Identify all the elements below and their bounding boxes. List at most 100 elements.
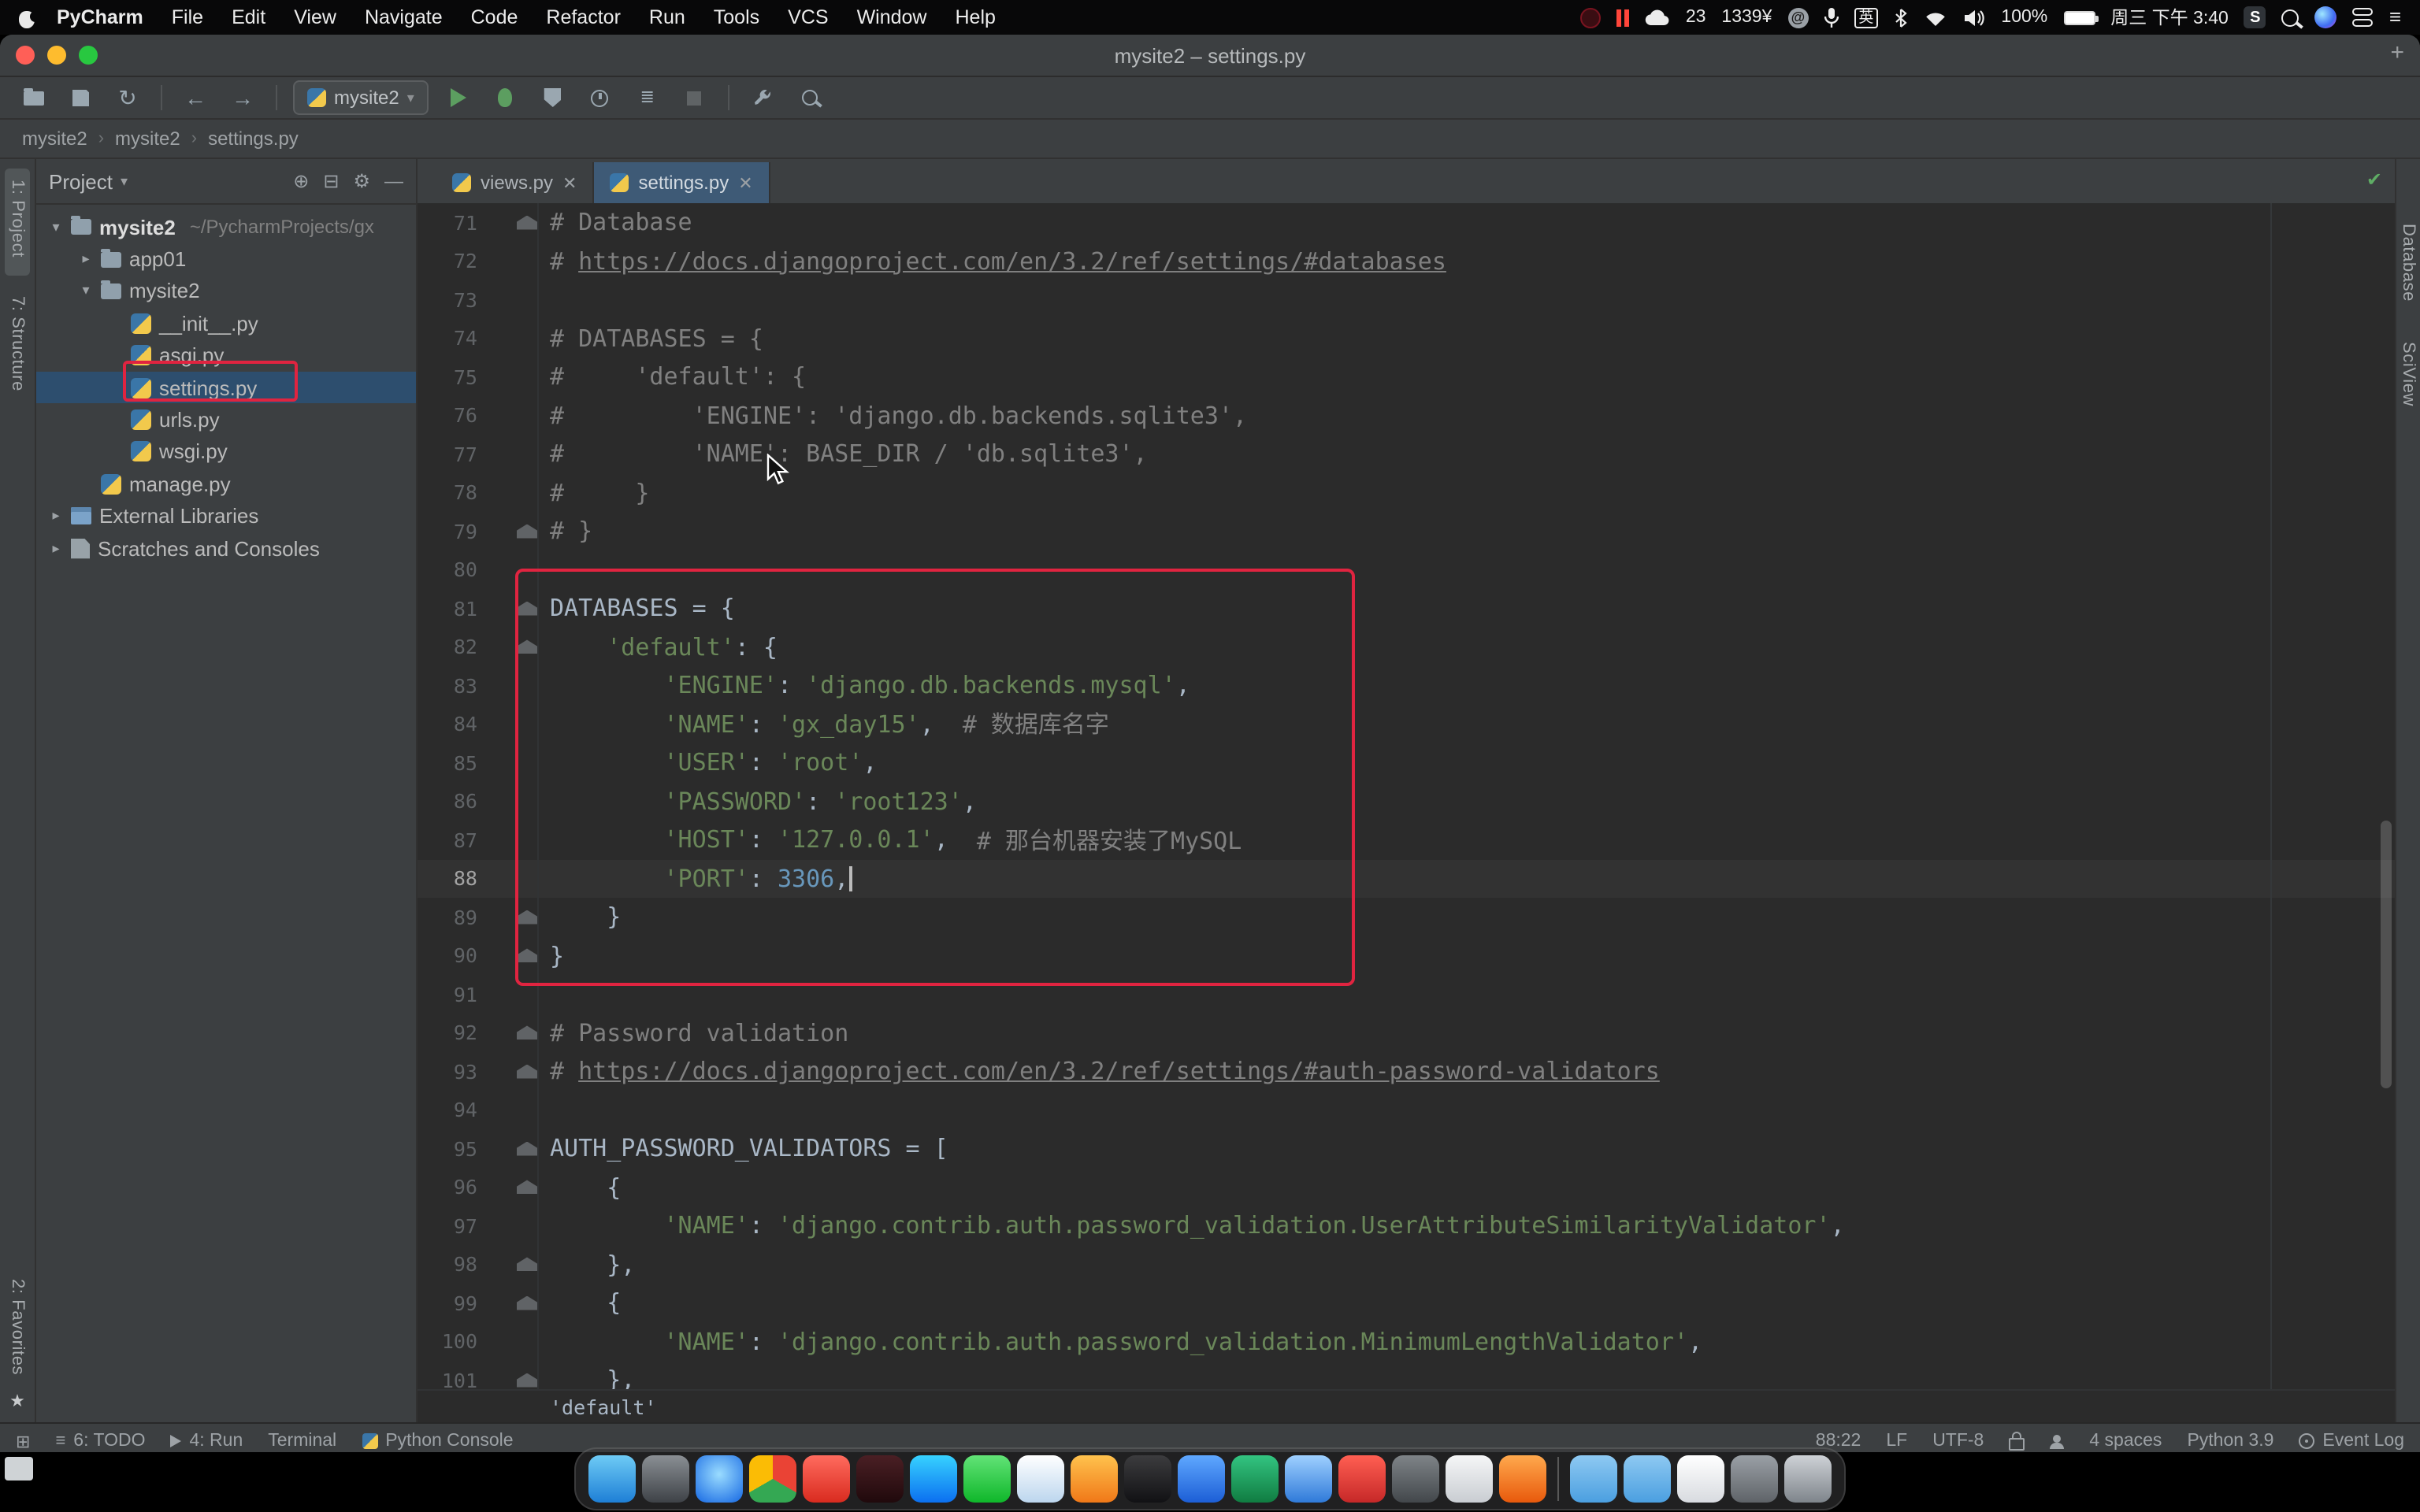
code-line-74[interactable]: 74# DATABASES = {: [418, 319, 2395, 358]
line-number[interactable]: 73: [427, 288, 477, 312]
dock-icon-wechat[interactable]: [963, 1455, 1011, 1503]
status-4-spaces[interactable]: 4 spaces: [2089, 1432, 2162, 1451]
code-text[interactable]: # }: [537, 473, 649, 512]
line-number[interactable]: 90: [427, 944, 477, 968]
chevron-right-icon[interactable]: ▸: [49, 539, 63, 557]
fold-marker-icon[interactable]: [517, 949, 537, 963]
hide-panel-icon[interactable]: —: [384, 170, 403, 192]
code-text[interactable]: # 'NAME': BASE_DIR / 'db.sqlite3',: [537, 435, 1148, 473]
code-line-84[interactable]: 84 'NAME': 'gx_day15', # 数据库名字: [418, 705, 2395, 743]
status-terminal[interactable]: Terminal: [268, 1432, 336, 1451]
code-line-98[interactable]: 98 },: [418, 1245, 2395, 1284]
tree-item-mysite2[interactable]: ▾mysite2~/PycharmProjects/gx: [36, 211, 416, 243]
volume-icon[interactable]: [1963, 9, 1985, 26]
toolwindow-favorites-button[interactable]: 2: Favorites ★: [5, 1268, 30, 1422]
code-text[interactable]: # https://docs.djangoproject.com/en/3.2/…: [537, 242, 1446, 280]
fold-marker-icon[interactable]: [517, 1142, 537, 1156]
locate-file-icon[interactable]: ⊕: [293, 170, 309, 192]
code-text[interactable]: # Database: [537, 203, 692, 242]
code-line-96[interactable]: 96 {: [418, 1168, 2395, 1206]
fold-marker-icon[interactable]: [517, 1373, 537, 1388]
fold-marker-icon[interactable]: [517, 910, 537, 925]
code-line-83[interactable]: 83 'ENGINE': 'django.db.backends.mysql',: [418, 666, 2395, 705]
code-text[interactable]: 'PASSWORD': 'root123',: [537, 782, 977, 821]
menu-vcs[interactable]: VCS: [774, 6, 842, 28]
code-text[interactable]: {: [537, 1168, 621, 1206]
window-plus-icon[interactable]: +: [2390, 39, 2404, 66]
code-text[interactable]: # }: [537, 512, 592, 550]
dock-icon-folder-downloads[interactable]: [1570, 1455, 1617, 1503]
line-number[interactable]: 98: [427, 1253, 477, 1277]
code-line-100[interactable]: 100 'NAME': 'django.contrib.auth.passwor…: [418, 1322, 2395, 1361]
lock-icon[interactable]: [2009, 1432, 2025, 1451]
breadcrumb-item[interactable]: mysite2: [115, 128, 180, 150]
line-number[interactable]: 75: [427, 365, 477, 389]
code-line-89[interactable]: 89 }: [418, 898, 2395, 936]
zoom-window-button[interactable]: [79, 46, 98, 65]
spotlight-search-icon[interactable]: [2282, 9, 2299, 26]
dock-icon-app-gray-globe[interactable]: [642, 1455, 689, 1503]
menu-run[interactable]: Run: [635, 6, 700, 28]
code-line-77[interactable]: 77# 'NAME': BASE_DIR / 'db.sqlite3',: [418, 435, 2395, 473]
notification-center-icon[interactable]: ≡: [2389, 9, 2401, 25]
status-4-run[interactable]: 4: Run: [170, 1432, 243, 1451]
code-line-79[interactable]: 79# }: [418, 512, 2395, 550]
dock-icon-app-white-2[interactable]: [1677, 1455, 1724, 1503]
save-icon[interactable]: [63, 82, 98, 113]
code-text[interactable]: },: [537, 1245, 635, 1284]
dock-icon-app-light[interactable]: [1017, 1455, 1064, 1503]
line-number[interactable]: 97: [427, 1214, 477, 1238]
window-titlebar[interactable]: mysite2 – settings.py +: [0, 35, 2420, 77]
menubar-app-icon[interactable]: [1580, 7, 1601, 28]
back-icon[interactable]: ←: [178, 82, 213, 113]
forward-icon[interactable]: →: [225, 82, 260, 113]
code-text[interactable]: DATABASES = {: [537, 589, 735, 628]
status-utf-8[interactable]: UTF-8: [1932, 1432, 1984, 1451]
code-line-72[interactable]: 72# https://docs.djangoproject.com/en/3.…: [418, 242, 2395, 280]
concurrency-icon[interactable]: ≣: [630, 82, 665, 113]
dock-icon-app-gray[interactable]: [1392, 1455, 1439, 1503]
dock-icon-app-blue[interactable]: [1178, 1455, 1225, 1503]
code-line-71[interactable]: 71 # Database: [418, 203, 2395, 242]
line-number[interactable]: 89: [427, 906, 477, 929]
chevron-right-icon[interactable]: ▸: [49, 507, 63, 524]
collapse-all-icon[interactable]: ⊟: [323, 170, 339, 192]
tree-item--init-py[interactable]: __init__.py: [36, 307, 416, 339]
dock-icon-app-red-white[interactable]: [1338, 1455, 1386, 1503]
fold-marker-icon[interactable]: [517, 524, 537, 539]
dock-icon-app-red[interactable]: [803, 1455, 850, 1503]
menu-code[interactable]: Code: [457, 6, 533, 28]
fold-marker-icon[interactable]: [517, 1296, 537, 1310]
line-number[interactable]: 80: [427, 558, 477, 582]
tree-item-asgi-py[interactable]: asgi.py: [36, 339, 416, 372]
fold-marker-icon[interactable]: [517, 216, 537, 230]
line-number[interactable]: 78: [427, 481, 477, 505]
siri-icon[interactable]: [2315, 6, 2337, 28]
line-number[interactable]: 86: [427, 790, 477, 813]
code-text[interactable]: [537, 1091, 550, 1129]
tree-item-manage-py[interactable]: manage.py: [36, 468, 416, 500]
status-python-3-9[interactable]: Python 3.9: [2187, 1432, 2273, 1451]
code-text[interactable]: 'ENGINE': 'django.db.backends.mysql',: [537, 666, 1190, 705]
run-configuration-selector[interactable]: mysite2▾: [293, 80, 429, 115]
control-center-icon[interactable]: [2353, 8, 2374, 27]
toolwindow-sciview-button[interactable]: SciView: [2396, 330, 2420, 424]
code-line-90[interactable]: 90}: [418, 936, 2395, 975]
code-line-88[interactable]: 88 'PORT': 3306,: [418, 859, 2395, 898]
menu-help[interactable]: Help: [941, 6, 1010, 28]
code-text[interactable]: 'NAME': 'django.contrib.auth.password_va…: [537, 1322, 1702, 1361]
line-number[interactable]: 71: [427, 211, 477, 235]
profiler-icon[interactable]: [583, 82, 618, 113]
code-text[interactable]: {: [537, 1284, 621, 1322]
minimize-window-button[interactable]: [47, 46, 66, 65]
chevron-down-icon[interactable]: ▾: [79, 283, 93, 300]
dock-icon-app-blue-2[interactable]: [1285, 1455, 1332, 1503]
stop-icon[interactable]: [677, 82, 712, 113]
dock-icon-folder-documents[interactable]: [1624, 1455, 1671, 1503]
fold-marker-icon[interactable]: [517, 1026, 537, 1040]
line-number[interactable]: 100: [427, 1330, 477, 1354]
code-text[interactable]: 'NAME': 'gx_day15', # 数据库名字: [537, 705, 1109, 743]
fold-marker-icon[interactable]: [517, 1065, 537, 1079]
line-number[interactable]: 95: [427, 1137, 477, 1161]
menu-edit[interactable]: Edit: [217, 6, 280, 28]
